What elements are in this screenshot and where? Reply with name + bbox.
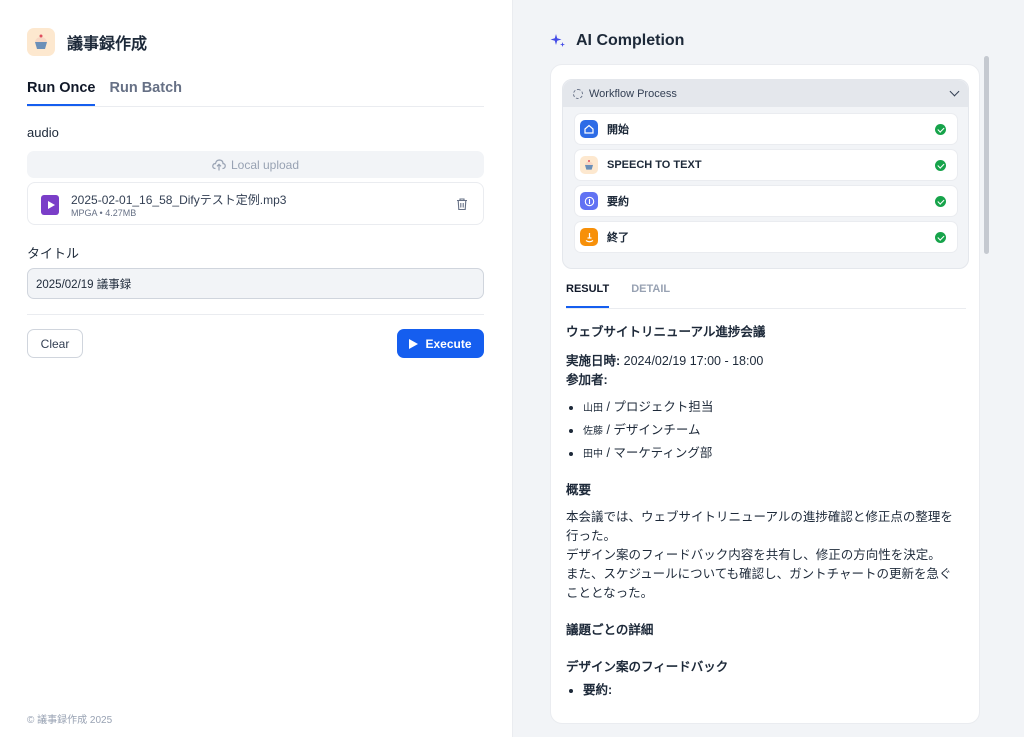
cloud-upload-icon [212,158,226,170]
result-scrollbar[interactable] [984,56,989,254]
home-icon [580,120,598,138]
run-mode-tabs: Run Once Run Batch [27,80,484,107]
left-panel: 議事録作成 Run Once Run Batch audio Local upl… [0,0,512,737]
ai-completion-header: AI Completion [550,32,684,50]
node-label: 要約 [607,196,629,208]
ai-completion-title: AI Completion [576,32,685,49]
list-item: 山田 / プロジェクト担当 [583,398,966,418]
success-check-icon [935,160,946,171]
execute-button[interactable]: Execute [397,329,484,358]
workflow-node-end[interactable]: 終了 [574,221,958,253]
right-panel: AI Completion Workflow Process 開始 SPEECH… [512,0,1024,737]
file-type: MPGA [71,208,98,218]
llm-icon [580,192,598,210]
date-value: 2024/02/19 17:00 - 18:00 [623,354,764,368]
file-size: 4.27MB [105,208,137,218]
result-content: ウェブサイトリニューアル進捗会議 実施日時: 2024/02/19 17:00 … [566,323,966,703]
result-card: Workflow Process 開始 SPEECH TO TEXT 要約 終了… [550,64,980,724]
file-meta-separator: • [99,208,103,218]
play-icon [409,338,419,349]
workflow-process-header[interactable]: Workflow Process [563,80,968,107]
node-label: 開始 [607,124,629,136]
app-header: 議事録作成 [27,28,147,56]
file-name: 2025-02-01_16_58_Difyテスト定例.mp3 [71,193,287,207]
node-label: SPEECH TO TEXT [607,159,702,171]
tab-result[interactable]: RESULT [566,281,610,308]
execute-label: Execute [425,336,472,351]
tab-run-batch[interactable]: Run Batch [109,80,182,106]
workflow-process-panel: Workflow Process 開始 SPEECH TO TEXT 要約 終了 [562,79,969,269]
summary-paragraph: 本会議では、ウェブサイトリニューアルの進捗確認と修正点の整理を 行った。 デザイ… [566,510,953,600]
list-item: 田中 / マーケティング部 [583,444,966,464]
details-heading: 議題ごとの詳細 [566,623,654,637]
app-title: 議事録作成 [67,36,148,53]
file-meta: MPGA • 4.27MB [71,208,136,218]
cupcake-icon [580,156,598,174]
list-item: 佐藤 / デザインチーム [583,421,966,441]
clear-button[interactable]: Clear [27,329,83,358]
loading-icon [573,88,583,99]
participants-list: 山田 / プロジェクト担当 佐藤 / デザインチーム 田中 / マーケティング部 [583,398,966,464]
meeting-date: 実施日時: 2024/02/19 17:00 - 18:00 [566,352,966,371]
chevron-down-icon[interactable] [949,86,960,97]
success-check-icon [935,196,946,207]
audio-label: audio [27,125,59,140]
meeting-title: ウェブサイトリニューアル進捗会議 [566,325,766,339]
audio-file-icon [41,195,59,215]
workflow-node-start[interactable]: 開始 [574,113,958,145]
result-tabs: RESULT DETAIL [566,281,966,309]
date-label: 実施日時: [566,354,621,368]
cupcake-icon [27,28,55,56]
success-check-icon [935,232,946,243]
trash-icon[interactable] [455,197,469,211]
title-input[interactable]: 2025/02/19 議事録 [27,268,484,299]
tab-run-once[interactable]: Run Once [27,80,96,106]
upload-label: Local upload [230,157,300,172]
sparkle-icon [550,34,565,47]
uploaded-file-card: 2025-02-01_16_58_Difyテスト定例.mp3 MPGA • 4.… [27,182,484,225]
success-check-icon [935,124,946,135]
workflow-process-label: Workflow Process [589,87,677,100]
end-icon [580,228,598,246]
tab-detail[interactable]: DETAIL [631,281,670,308]
footer-copyright: © 議事録作成 2025 [27,715,113,726]
summary-heading: 概要 [566,483,592,497]
list-item: 要約: [583,681,966,700]
workflow-node-summary[interactable]: 要約 [574,185,958,217]
participants-label: 参加者: [566,373,608,387]
design-feedback-heading: デザイン案のフィードバック [566,660,729,674]
divider [27,314,484,315]
title-label: タイトル [27,246,80,261]
workflow-node-speech-to-text[interactable]: SPEECH TO TEXT [574,149,958,181]
local-upload-button[interactable]: Local upload [27,151,484,178]
design-feedback-list: 要約: [583,681,966,700]
node-label: 終了 [607,232,629,244]
